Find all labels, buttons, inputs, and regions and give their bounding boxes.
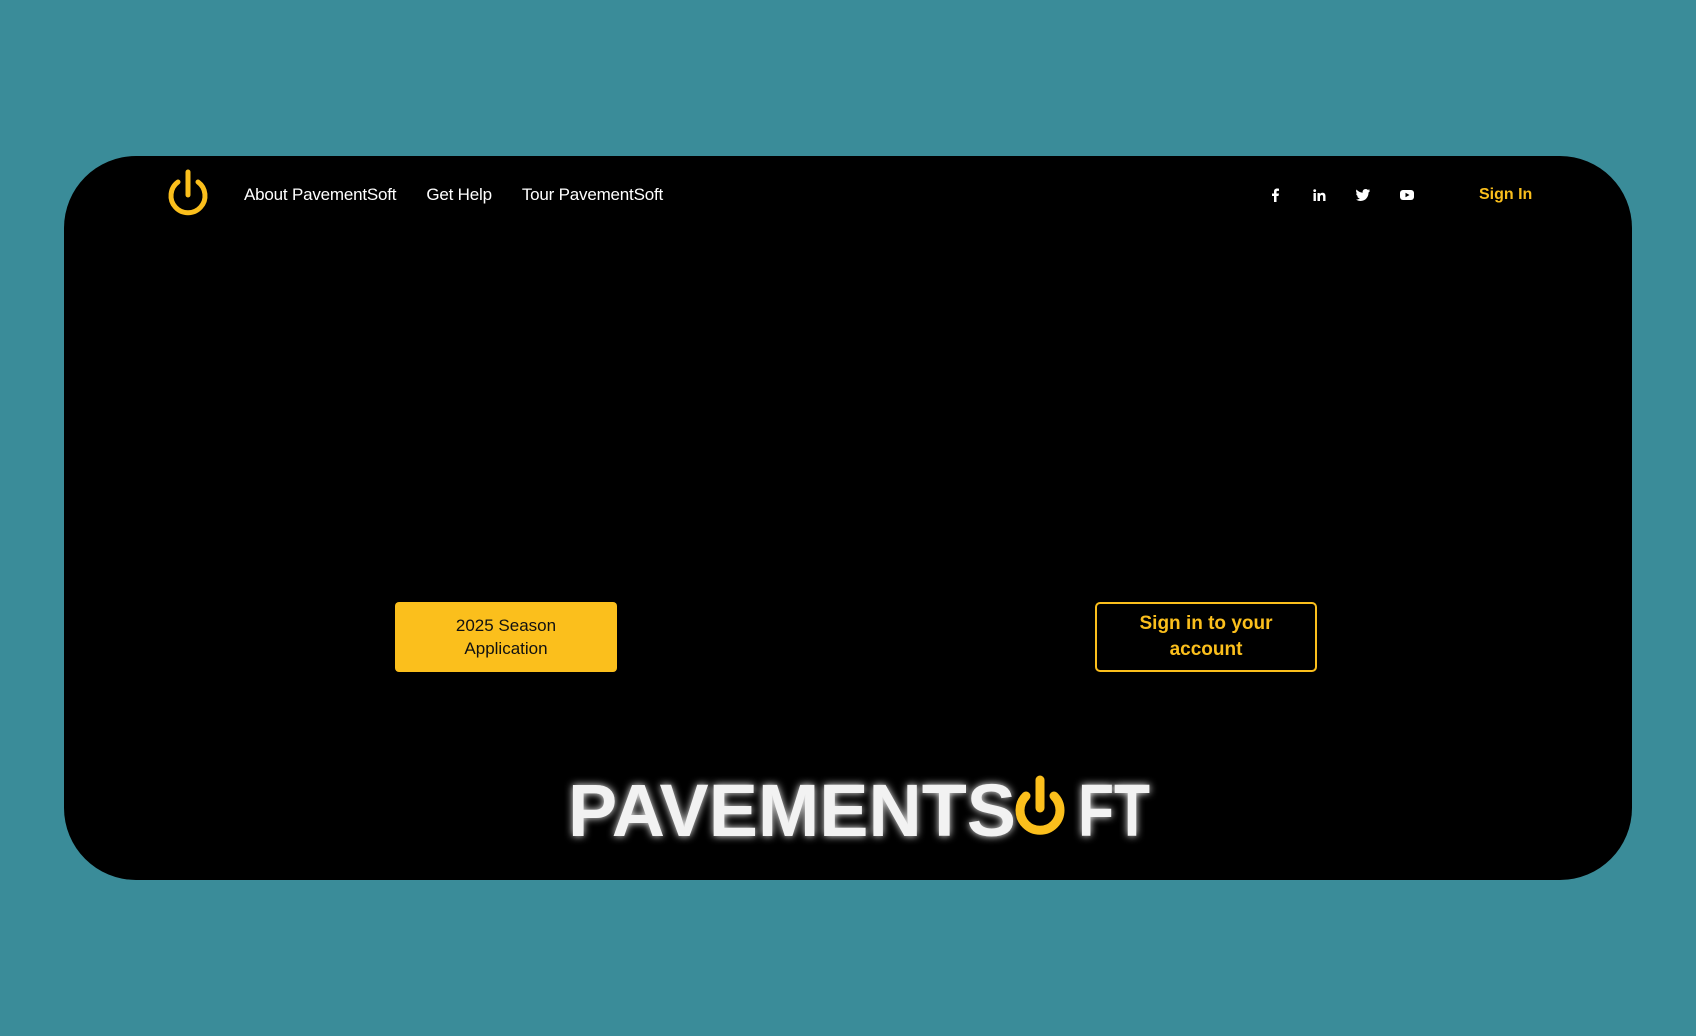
youtube-icon[interactable] [1396,184,1418,206]
sign-in-link[interactable]: Sign In [1479,180,1532,210]
linkedin-icon[interactable] [1308,184,1330,206]
power-logo-icon[interactable] [161,168,215,222]
season-application-button[interactable]: 2025 Season Application [395,602,617,672]
main-card: About PavementSoft Get Help Tour Pavemen… [64,156,1632,880]
nav-get-help[interactable]: Get Help [426,185,492,205]
svg-text:PAVEMENTS: PAVEMENTS [568,769,1016,852]
nav-about[interactable]: About PavementSoft [244,185,397,205]
facebook-icon[interactable] [1264,184,1286,206]
svg-text:FT: FT [1078,769,1150,852]
sign-in-account-label: Sign in to your account [1139,613,1273,660]
sign-in-account-button[interactable]: Sign in to your account [1095,602,1317,672]
pavementsoft-wordmark-logo: PAVEMENTS FT [560,762,1160,852]
nav-tour[interactable]: Tour PavementSoft [522,185,663,205]
season-application-label: 2025 Season Application [455,616,557,658]
social-links [1264,180,1418,210]
twitter-icon[interactable] [1352,184,1374,206]
top-nav: About PavementSoft Get Help Tour Pavemen… [244,180,663,210]
